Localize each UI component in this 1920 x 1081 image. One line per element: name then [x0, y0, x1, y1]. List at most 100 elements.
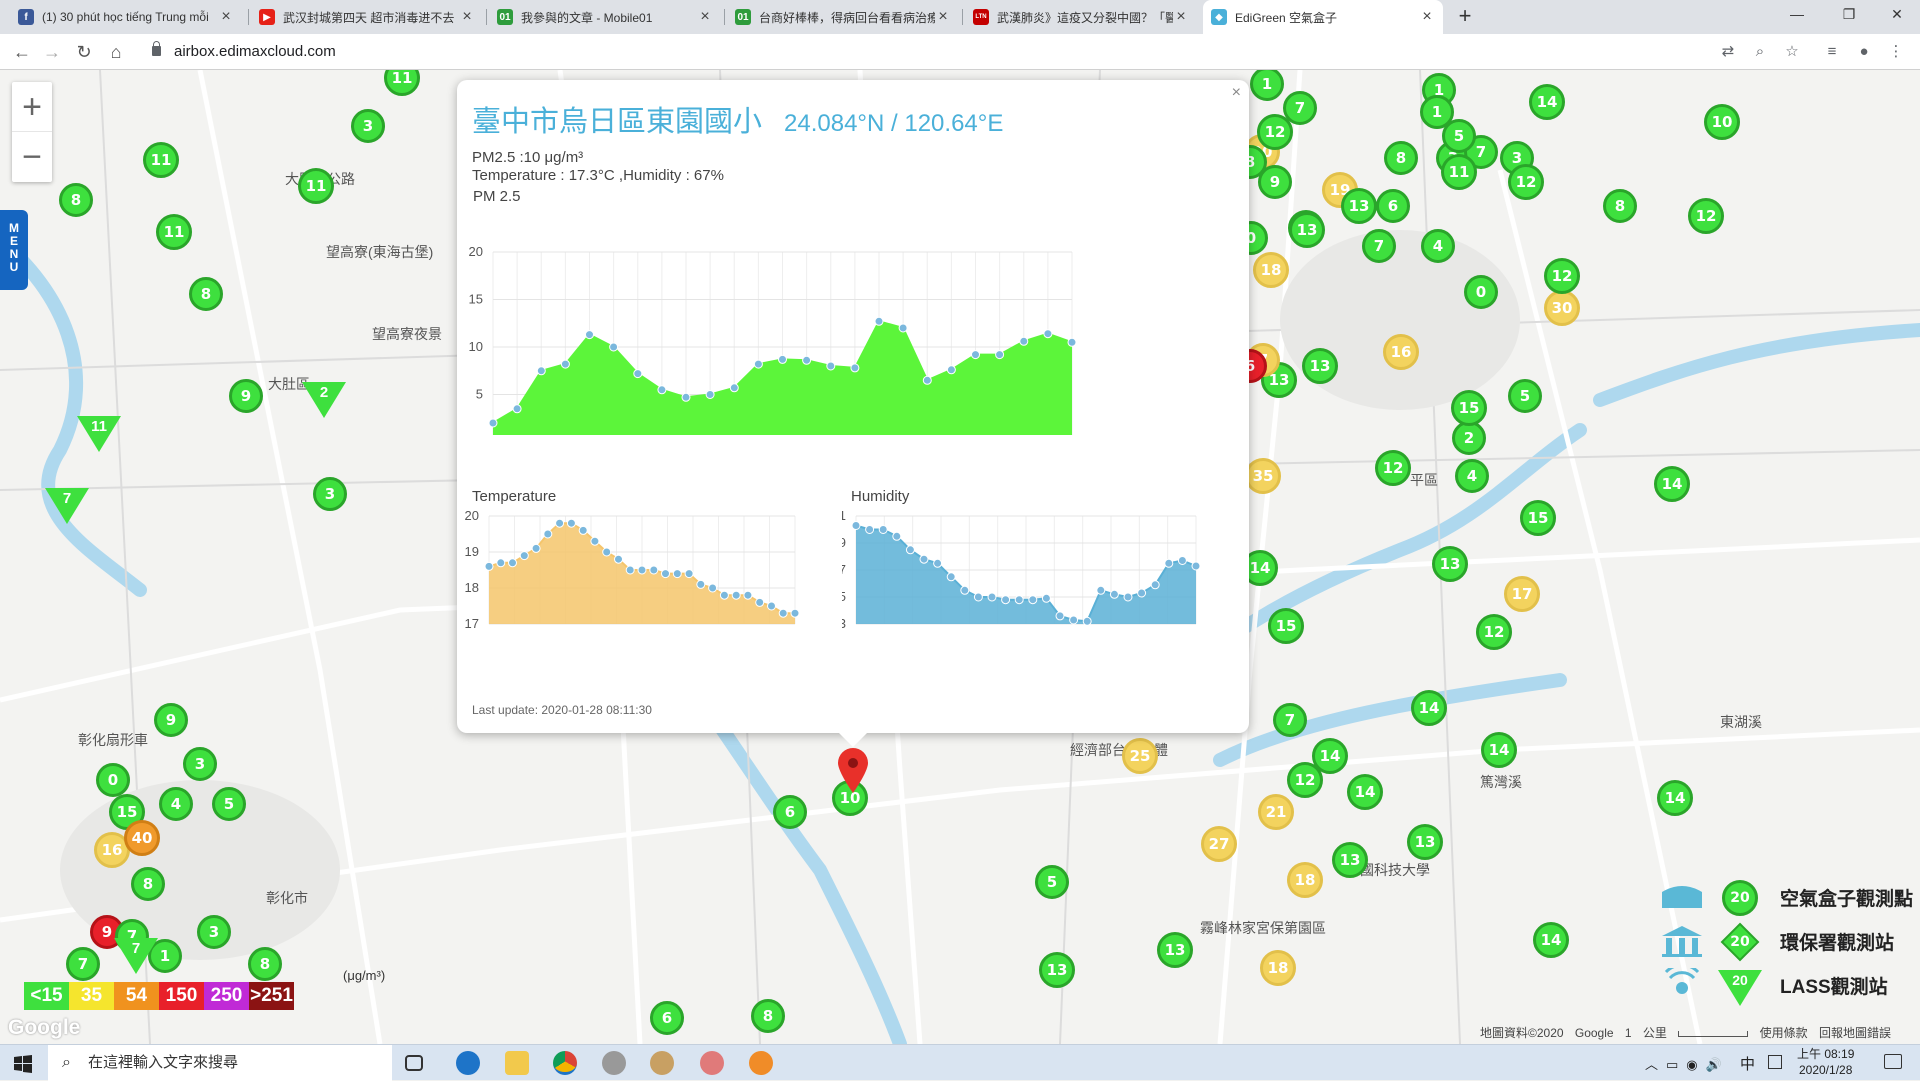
airbox-marker[interactable]: 6 [650, 1001, 684, 1035]
taskbar-clock[interactable]: 上午 08:19 2020/1/28 [1797, 1046, 1854, 1078]
airbox-marker[interactable]: 6 [1376, 189, 1410, 223]
airbox-marker[interactable]: 3 [351, 109, 385, 143]
lass-station-marker[interactable]: 7 [114, 938, 158, 974]
airbox-marker[interactable]: 8 [189, 277, 223, 311]
airbox-marker[interactable]: 7 [1273, 703, 1307, 737]
zoom-in-button[interactable]: + [12, 82, 52, 132]
airbox-marker[interactable]: 8 [131, 867, 165, 901]
location-pin-icon[interactable] [836, 748, 870, 794]
airbox-marker[interactable]: 40 [124, 820, 160, 856]
airbox-marker[interactable]: 13 [1407, 824, 1443, 860]
airbox-marker[interactable]: 21 [1258, 794, 1294, 830]
airbox-marker[interactable]: 5 [1508, 379, 1542, 413]
airbox-marker[interactable]: 12 [1688, 198, 1724, 234]
tab-close-icon[interactable]: × [697, 8, 713, 26]
chrome-icon[interactable] [553, 1051, 577, 1075]
popup-close-button[interactable]: × [1232, 84, 1241, 102]
airbox-marker[interactable]: 3 [197, 915, 231, 949]
browser-tab[interactable]: f (1) 30 phút học tiếng Trung mỗi × [10, 0, 242, 34]
app-icon-2[interactable] [650, 1051, 674, 1075]
reload-icon[interactable]: ↻ [72, 40, 96, 64]
app-icon-4[interactable] [749, 1051, 773, 1075]
notifications-icon[interactable] [1884, 1054, 1902, 1069]
airbox-marker[interactable]: 7 [66, 947, 100, 981]
airbox-marker[interactable]: 14 [1347, 774, 1383, 810]
airbox-marker[interactable]: 0 [96, 763, 130, 797]
menu-button[interactable]: MENU [0, 210, 28, 290]
airbox-marker[interactable]: 12 [1375, 450, 1411, 486]
airbox-marker[interactable]: 27 [1201, 826, 1237, 862]
app-icon-1[interactable] [602, 1051, 626, 1075]
airbox-marker[interactable]: 11 [156, 214, 192, 250]
airbox-marker[interactable]: 5 [1035, 865, 1069, 899]
terms-link[interactable]: 使用條款 [1760, 1026, 1808, 1040]
airbox-marker[interactable]: 4 [1455, 459, 1489, 493]
airbox-marker[interactable]: 13 [1332, 842, 1368, 878]
browser-tab[interactable]: LTN 武漢肺炎》這疫又分裂中國？「醫 × [965, 0, 1197, 34]
airbox-marker[interactable]: 13 [1302, 348, 1338, 384]
airbox-marker[interactable]: 8 [1603, 189, 1637, 223]
browser-tab[interactable]: 01 台商好棒棒，得病回台看看病治療 × [727, 0, 959, 34]
airbox-marker[interactable]: 8 [1384, 141, 1418, 175]
airbox-marker[interactable]: 30 [1544, 290, 1580, 326]
profile-icon[interactable]: ● [1854, 42, 1874, 62]
address-bar[interactable]: airbox.edimaxcloud.com [142, 38, 1712, 66]
airbox-marker[interactable]: 14 [1529, 84, 1565, 120]
airbox-marker[interactable]: 0 [1464, 275, 1498, 309]
airbox-marker[interactable]: 8 [751, 999, 785, 1033]
tab-close-icon[interactable]: × [935, 8, 951, 26]
airbox-marker[interactable]: 14 [1481, 732, 1517, 768]
airbox-marker[interactable]: 12 [1476, 614, 1512, 650]
airbox-marker[interactable]: 12 [1508, 164, 1544, 200]
tab-close-icon[interactable]: × [1173, 8, 1189, 26]
airbox-marker[interactable]: 16 [1383, 334, 1419, 370]
minimize-button[interactable]: — [1774, 0, 1820, 30]
airbox-marker[interactable]: 14 [1657, 780, 1693, 816]
lass-station-marker[interactable]: 2 [302, 382, 346, 418]
action-center-small-icon[interactable] [1768, 1055, 1782, 1069]
airbox-marker[interactable]: 8 [59, 183, 93, 217]
airbox-marker[interactable]: 14 [1312, 738, 1348, 774]
lass-station-marker[interactable]: 11 [77, 416, 121, 452]
airbox-marker[interactable]: 18 [1287, 862, 1323, 898]
bookmark-star-icon[interactable]: ☆ [1782, 42, 1802, 62]
zoom-out-button[interactable]: − [12, 132, 52, 182]
airbox-marker[interactable]: 9 [154, 703, 188, 737]
back-icon[interactable]: ← [10, 40, 34, 64]
airbox-marker[interactable]: 13 [1157, 932, 1193, 968]
task-view-icon[interactable] [405, 1055, 423, 1071]
edge-icon[interactable] [456, 1051, 480, 1075]
report-link[interactable]: 回報地圖錯誤 [1819, 1026, 1891, 1040]
ime-indicator[interactable]: 中 [1740, 1053, 1755, 1074]
maximize-button[interactable]: ❐ [1826, 0, 1872, 30]
airbox-marker[interactable]: 6 [773, 795, 807, 829]
close-window-button[interactable]: ✕ [1874, 0, 1920, 30]
airbox-marker[interactable]: 12 [1544, 258, 1580, 294]
map-canvas[interactable]: 大肚區 望高寮(東海古堡) 望高寮夜景 大肚蘇公路 彰化扇形車 彰化市 平區 霧… [0, 70, 1920, 1044]
lass-station-marker[interactable]: 7 [45, 488, 89, 524]
tab-close-icon[interactable]: × [459, 8, 475, 26]
airbox-marker[interactable]: 15 [1520, 500, 1556, 536]
zoom-icon[interactable]: ⌕ [1750, 42, 1770, 62]
airbox-marker[interactable]: 10 [1704, 104, 1740, 140]
airbox-marker[interactable]: 35 [1245, 458, 1281, 494]
airbox-marker[interactable]: 14 [1533, 922, 1569, 958]
translate-icon[interactable]: ⇄ [1718, 42, 1738, 62]
airbox-marker[interactable]: 3 [183, 747, 217, 781]
airbox-marker[interactable]: 7 [1362, 229, 1396, 263]
airbox-marker[interactable]: 14 [1411, 690, 1447, 726]
airbox-marker[interactable]: 17 [1504, 576, 1540, 612]
forward-icon[interactable]: → [40, 40, 64, 64]
airbox-marker[interactable]: 8 [248, 947, 282, 981]
airbox-marker[interactable]: 13 [1289, 212, 1325, 248]
airbox-marker[interactable]: 4 [1421, 229, 1455, 263]
browser-tab[interactable]: ◆ EdiGreen 空氣盒子 × [1203, 0, 1443, 34]
airbox-marker[interactable]: 14 [1654, 466, 1690, 502]
new-tab-button[interactable]: + [1452, 4, 1478, 30]
airbox-marker[interactable]: 4 [159, 787, 193, 821]
airbox-marker[interactable]: 11 [143, 142, 179, 178]
windows-start-icon[interactable] [14, 1055, 32, 1073]
browser-tab[interactable]: ▶ 武汉封城第四天 超市消毒进不去 × [251, 0, 483, 34]
airbox-marker[interactable]: 11 [298, 168, 334, 204]
airbox-marker[interactable]: 13 [1432, 546, 1468, 582]
